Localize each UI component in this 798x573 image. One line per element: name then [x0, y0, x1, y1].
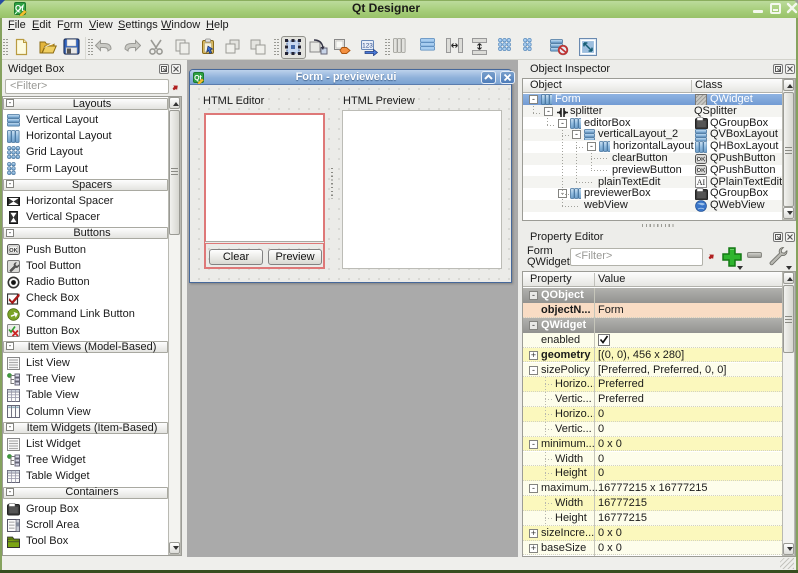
- svg-text:OK: OK: [697, 168, 705, 174]
- svg-text:OK: OK: [697, 157, 705, 163]
- svg-text:123: 123: [362, 42, 373, 49]
- svg-text:OK: OK: [9, 248, 17, 254]
- svg-text:AI: AI: [697, 178, 706, 187]
